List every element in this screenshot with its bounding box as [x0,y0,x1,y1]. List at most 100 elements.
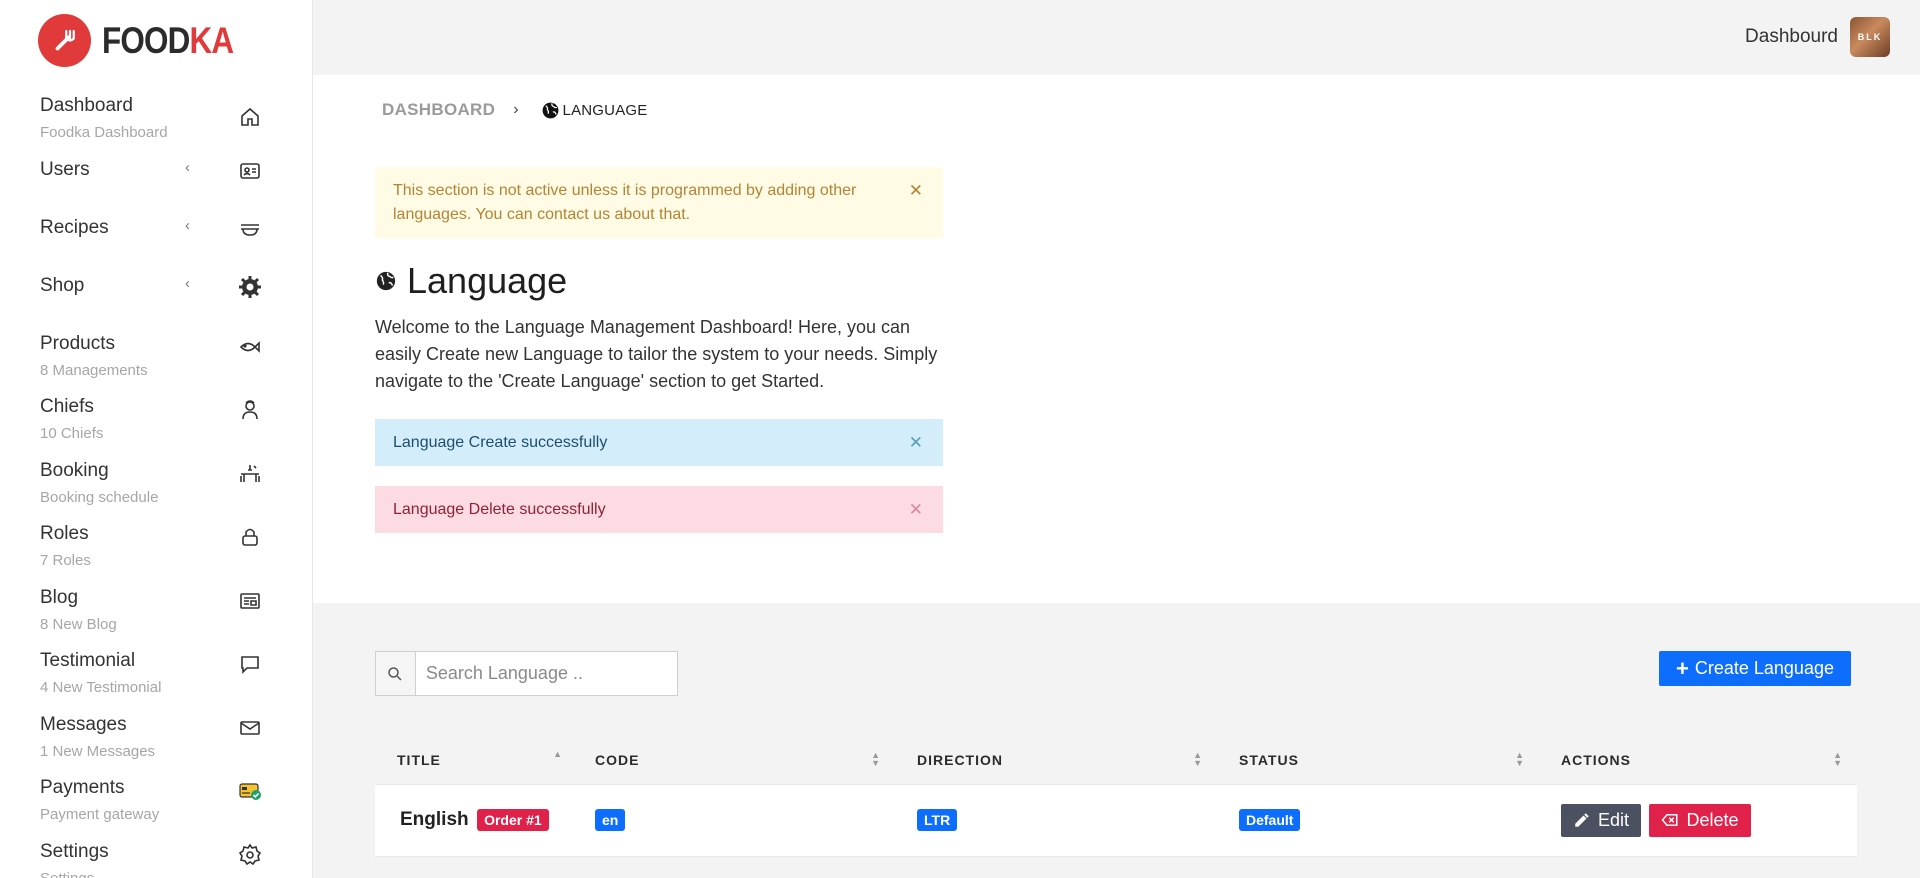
content-header: DASHBOARD › LANGUAGE This section is not… [313,75,1920,603]
user-menu[interactable]: Dashbourd BLK [1745,17,1890,57]
payment-card-icon [235,776,265,806]
sidebar-item-users[interactable]: Users ‹ [0,156,312,214]
cell-code: en [573,784,895,857]
sidebar-item-label: Roles [40,523,89,544]
sidebar-item-label: Shop [40,274,85,296]
page-title-text: Language [407,260,568,301]
brand-name: FOODKA [102,19,234,61]
chevron-left-icon: ‹ [185,274,190,292]
dining-table-icon [235,459,265,489]
settings-icon [235,840,265,870]
sidebar-item-label: Booking [40,459,109,481]
sidebar-item-label: Recipes [40,216,109,238]
sidebar-item-sub: 8 New Blog [40,615,117,633]
column-header-code[interactable]: CODE ▲ ▼ [573,737,895,785]
edit-label: Edit [1598,809,1630,830]
breadcrumb-current-label: LANGUAGE [562,101,648,119]
sidebar-item-sub: Settings [40,869,95,878]
cell-title: English Order #1 [375,784,573,857]
sort-icon[interactable]: ▲ ▼ [1833,751,1843,768]
danger-alert-text: Language Delete successfully [393,500,606,518]
danger-alert: Language Delete successfully ✕ [375,486,943,533]
sidebar-item-payments[interactable]: Payments Payment gateway [0,774,312,838]
warning-alert: This section is not active unless it is … [375,167,943,238]
close-icon[interactable]: ✕ [909,179,923,203]
sidebar-item-label: Users [40,158,90,180]
edit-button[interactable]: Edit [1561,803,1642,837]
pencil-icon [1575,813,1589,827]
sidebar-item-sub: 4 New Testimonial [40,679,162,696]
column-header-label: CODE [595,752,640,769]
column-header-title[interactable]: TITLE ▲ [375,737,573,785]
sort-icon[interactable]: ▲ ▼ [1515,751,1525,768]
search-box [375,651,678,696]
column-header-status[interactable]: STATUS ▲ ▼ [1217,737,1539,785]
sidebar-item-label: Settings [40,840,109,862]
sidebar-item-products[interactable]: Products 8 Managements [0,330,312,394]
language-title: English [400,808,469,830]
recipe-tray-icon [235,214,265,244]
brand-logo[interactable]: FOODKA [38,14,256,67]
sidebar-item-dashboard[interactable]: Dashboard Foodka Dashboard [0,92,312,156]
chevron-left-icon: ‹ [185,158,190,176]
page-title: Language [375,260,567,302]
globe-icon [542,102,558,118]
sidebar-item-label: Payments [40,777,125,798]
sort-icon[interactable]: ▲ ▼ [871,751,881,768]
sidebar-item-sub: 7 Roles [40,552,91,569]
sidebar-item-messages[interactable]: Messages 1 New Messages [0,711,312,775]
sort-icon[interactable]: ▲ ▼ [1193,751,1203,768]
sort-asc-icon[interactable]: ▲ [553,750,563,759]
mail-icon [235,713,265,743]
topbar: Dashbourd BLK [313,0,1920,75]
column-header-actions[interactable]: ACTIONS ▲ ▼ [1539,737,1857,785]
sidebar-item-chiefs[interactable]: Chiefs 10 Chiefs [0,393,312,457]
search-input[interactable] [415,652,677,695]
globe-icon [376,271,396,291]
sidebar-item-sub: 10 Chiefs [40,425,104,442]
delete-button[interactable]: Delete [1649,803,1751,837]
sidebar-item-roles[interactable]: Roles 7 Roles [0,520,312,584]
search-icon[interactable] [376,652,416,695]
user-label: Dashbourd [1745,26,1838,47]
backspace-icon [1661,814,1678,826]
sidebar-item-sub: Foodka Dashboard [40,124,168,141]
sidebar-item-sub: Booking schedule [40,488,159,506]
sidebar-item-booking[interactable]: Booking Booking schedule [0,457,312,521]
breadcrumb: DASHBOARD › LANGUAGE [382,100,648,120]
sidebar-item-label: Products [40,332,115,354]
avatar[interactable]: BLK [1850,17,1890,57]
close-icon[interactable]: ✕ [909,433,923,453]
breadcrumb-separator: › [513,101,519,118]
sidebar-item-sub: 1 New Messages [40,742,156,760]
sidebar-item-blog[interactable]: Blog 8 New Blog [0,584,312,648]
newspaper-icon [235,586,265,616]
breadcrumb-home[interactable]: DASHBOARD [382,100,495,120]
fork-logo-icon [38,14,91,67]
cell-status: Default [1217,784,1539,857]
gear-badge-icon [235,272,265,302]
sidebar-item-recipes[interactable]: Recipes ‹ [0,214,312,272]
status-badge: Default [1239,809,1301,831]
cell-direction: LTR [895,784,1217,857]
sidebar-item-sub: 8 Managements [40,361,148,379]
close-icon[interactable]: ✕ [909,500,923,520]
id-card-icon [235,156,265,186]
create-language-button[interactable]: + Create Language [1659,651,1851,686]
chef-icon [235,395,265,425]
code-badge: en [595,809,626,831]
sidebar-item-shop[interactable]: Shop ‹ [0,272,312,330]
sidebar-item-settings[interactable]: Settings Settings [0,838,312,878]
column-header-label: STATUS [1239,752,1299,769]
column-header-label: ACTIONS [1561,752,1631,769]
fish-icon [235,332,265,362]
chevron-left-icon: ‹ [185,216,190,234]
sidebar-menu: Dashboard Foodka Dashboard Users ‹ Recip… [0,92,312,878]
delete-label: Delete [1686,809,1739,830]
sidebar-item-label: Dashboard [40,95,133,116]
page-intro: Welcome to the Language Management Dashb… [375,317,938,391]
plus-icon: + [1676,655,1689,681]
sidebar-item-label: Chiefs [40,396,94,417]
sidebar-item-testimonial[interactable]: Testimonial 4 New Testimonial [0,647,312,711]
column-header-direction[interactable]: DIRECTION ▲ ▼ [895,737,1217,785]
